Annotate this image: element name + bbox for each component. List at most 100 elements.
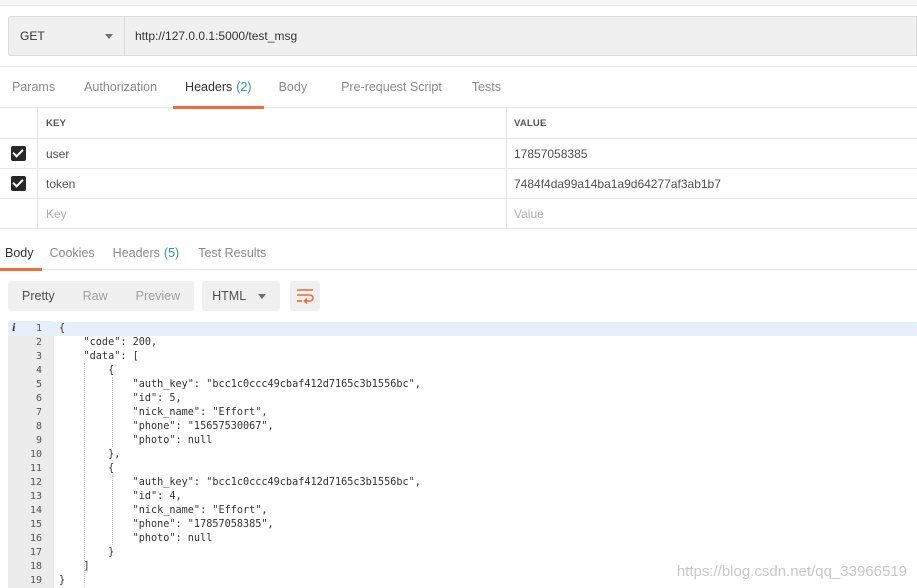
tab-label: Body — [278, 80, 308, 94]
code-text: { — [59, 463, 115, 474]
row-checkbox[interactable] — [11, 146, 26, 161]
code-text: { — [59, 365, 115, 376]
url-input[interactable] — [124, 16, 917, 56]
line-number: 19 — [29, 575, 42, 586]
tab-pre-request-script[interactable]: Pre-request Script — [329, 66, 454, 108]
code-line: 11 { — [8, 462, 917, 476]
line-number: 8 — [35, 421, 42, 432]
code-text: "nick_name": "Effort", — [59, 505, 268, 516]
request-tabs: Params Authorization Headers (2) Body Pr… — [0, 66, 917, 109]
tab-label: Pre-request Script — [341, 80, 442, 94]
tab-params[interactable]: Params — [0, 66, 67, 108]
top-strip — [0, 0, 917, 6]
method-select[interactable]: GET — [8, 16, 124, 56]
code-line: 9 "photo": null — [8, 434, 917, 448]
code-text: "phone": "17857058385", — [59, 519, 274, 530]
tab-tests[interactable]: Tests — [460, 66, 513, 108]
tab-label: Tests — [471, 80, 501, 94]
tab-headers[interactable]: Headers (2) — [173, 66, 264, 109]
new-value-input[interactable]: Value — [507, 199, 917, 228]
code-line: 14 "nick_name": "Effort", — [8, 504, 917, 518]
row-checkbox[interactable] — [11, 176, 26, 191]
tab-label: Test Results — [198, 245, 267, 260]
value-column-header: VALUE — [514, 117, 547, 129]
tab-response-headers[interactable]: Headers (5) — [105, 236, 188, 270]
code-line: 10 }, — [8, 448, 917, 462]
wrap-lines-button[interactable] — [290, 281, 321, 311]
code-line: 13 "id": 4, — [8, 490, 917, 504]
raw-button[interactable]: Raw — [69, 281, 122, 311]
format-select[interactable]: HTML — [202, 281, 281, 311]
table-row: user 17857058385 — [0, 139, 917, 169]
header-key-cell[interactable]: token — [38, 169, 507, 198]
headers-table: KEY VALUE user 17857058385 token 7484f4d… — [0, 108, 917, 229]
line-number: 5 — [35, 379, 42, 390]
table-row: token 7484f4da99a14ba1a9d64277af3ab1b7 — [0, 169, 917, 199]
code-text: "photo": null — [59, 435, 213, 446]
pretty-button[interactable]: Pretty — [8, 281, 69, 311]
code-text: "id": 4, — [59, 491, 182, 502]
new-key-input[interactable]: Key — [38, 199, 507, 228]
wrap-lines-icon — [297, 289, 314, 304]
line-number: 14 — [29, 505, 42, 516]
code-text: "data": [ — [59, 351, 139, 362]
line-number: 1 — [35, 323, 42, 334]
format-label: HTML — [212, 289, 247, 303]
header-key-cell[interactable]: user — [38, 139, 507, 168]
code-text: "id": 5, — [59, 393, 182, 404]
code-text: { — [59, 323, 66, 334]
code-line: 7 "nick_name": "Effort", — [8, 406, 917, 420]
tab-authorization[interactable]: Authorization — [72, 66, 169, 108]
line-number: 13 — [29, 491, 42, 502]
key-column-header: KEY — [38, 108, 507, 138]
url-bar: GET — [8, 16, 917, 56]
line-number: 6 — [35, 393, 42, 404]
tab-count-badge: (5) — [163, 245, 180, 260]
line-number: 3 — [35, 351, 42, 362]
tab-response-body[interactable]: Body — [0, 236, 42, 271]
code-text: "code": 200, — [59, 337, 158, 348]
row-check-cell — [0, 199, 38, 228]
line-number: 4 — [35, 365, 42, 376]
tab-response-cookies[interactable]: Cookies — [42, 236, 103, 270]
line-number: 16 — [29, 533, 42, 544]
line-number: 11 — [29, 463, 42, 474]
line-number: 15 — [29, 519, 42, 530]
code-line: 6 "id": 5, — [8, 392, 917, 406]
line-number: 7 — [35, 407, 42, 418]
response-tabs: Body Cookies Headers (5) Test Results — [0, 236, 917, 271]
tab-body[interactable]: Body — [267, 66, 320, 108]
tab-label: Headers — [185, 80, 233, 94]
indent-guide — [112, 377, 113, 447]
check-column-header — [0, 108, 38, 138]
code-line: 8 "phone": "15657530067", — [8, 420, 917, 434]
tab-test-results[interactable]: Test Results — [190, 236, 274, 270]
view-toolbar: Pretty Raw Preview HTML — [8, 281, 321, 311]
line-number: 10 — [29, 449, 42, 460]
code-line: 4 { — [8, 364, 917, 378]
preview-button[interactable]: Preview — [122, 281, 194, 311]
header-value-cell[interactable]: 7484f4da99a14ba1a9d64277af3ab1b7 — [507, 169, 917, 198]
watermark: https://blog.csdn.net/qq_33966519 — [676, 563, 907, 580]
tab-label: Body — [5, 245, 34, 260]
code-line: 15 "phone": "17857058385", — [8, 518, 917, 532]
row-check-cell — [0, 169, 38, 198]
line-number: 18 — [29, 561, 42, 572]
code-text: ] — [59, 561, 90, 572]
code-line: i 1{ — [8, 322, 917, 336]
line-number: 9 — [35, 435, 42, 446]
response-body-editor[interactable]: i 1{2 "code": 200, 3 "data": [4 {5 "auth_k… — [8, 321, 917, 588]
header-value-cell[interactable]: 17857058385 — [507, 139, 917, 168]
code-text: "auth_key": "bcc1c0ccc49cbaf412d7165c3b1… — [59, 379, 421, 390]
code-text: } — [59, 547, 115, 558]
line-number: 2 — [35, 337, 42, 348]
code-text: "nick_name": "Effort", — [59, 407, 268, 418]
code-line: 3 "data": [ — [8, 350, 917, 364]
code-text: "photo": null — [59, 533, 213, 544]
indent-guide — [84, 363, 85, 587]
chevron-down-icon — [258, 293, 267, 299]
code-line: 12 "auth_key": "bcc1c0ccc49cbaf412d7165c… — [8, 476, 917, 490]
code-line: 2 "code": 200, — [8, 336, 917, 350]
line-number: 12 — [29, 477, 42, 488]
code-text: } — [59, 575, 66, 586]
